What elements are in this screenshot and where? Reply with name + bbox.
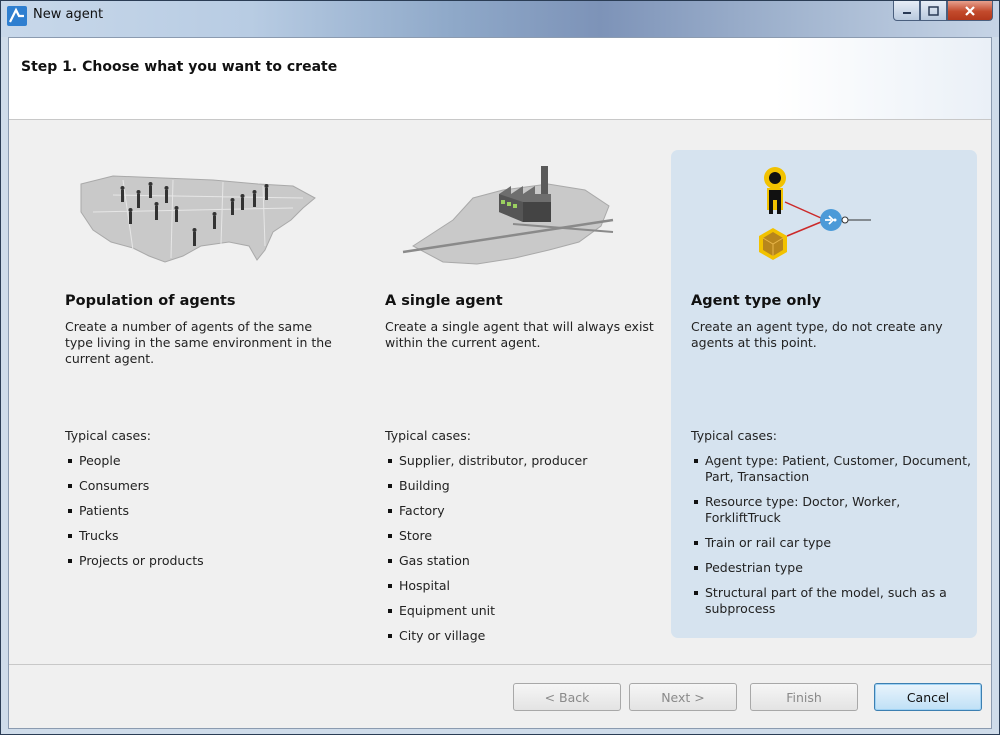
close-icon [965,5,975,16]
list-item: People [65,453,204,469]
list-item: Trucks [65,528,204,544]
list-item: Structural part of the model, such as a … [691,585,971,617]
footer-divider [9,664,991,665]
option-title: Agent type only [691,293,822,309]
list-item: Gas station [385,553,587,569]
maximize-button[interactable] [920,1,947,21]
cancel-button[interactable]: Cancel [874,683,982,711]
typical-cases-label: Typical cases: [691,428,777,443]
list-item: Train or rail car type [691,535,971,551]
list-item: Resource type: Doctor, Worker, ForkliftT… [691,494,971,526]
list-item: Factory [385,503,587,519]
option-description: Create an agent type, do not create any … [691,319,943,350]
option-population-of-agents[interactable]: Population of agents Create a number of … [53,150,353,638]
list-item: Agent type: Patient, Customer, Document,… [691,453,971,485]
typical-cases-list: Agent type: Patient, Customer, Document,… [691,453,971,626]
option-title: A single agent [385,293,503,309]
anylogic-logo-icon [7,6,27,26]
option-description: Create a number of agents of the same ty… [65,319,332,366]
list-item: Pedestrian type [691,560,971,576]
list-item: Supplier, distributor, producer [385,453,587,469]
minimize-icon [902,11,911,14]
typical-cases-list: Supplier, distributor, producer Building… [385,453,587,653]
close-button[interactable] [947,1,993,21]
factory-on-map-icon [373,150,673,285]
list-item: Hospital [385,578,587,594]
title-bar[interactable]: New agent [1,1,999,37]
list-item: Building [385,478,587,494]
option-description: Create a single agent that will always e… [385,319,654,350]
next-button[interactable]: Next > [629,683,737,711]
list-item: Consumers [65,478,204,494]
list-item: City or village [385,628,587,644]
list-item: Projects or products [65,553,204,569]
us-map-population-icon [53,150,353,285]
list-item: Equipment unit [385,603,587,619]
dialog-client-area: Step 1. Choose what you want to create P… [8,37,992,729]
option-agent-type-only[interactable]: Agent type only Create an agent type, do… [671,150,977,638]
step-title: Step 1. Choose what you want to create [21,59,338,75]
back-button[interactable]: < Back [513,683,621,711]
typical-cases-label: Typical cases: [385,428,471,443]
wizard-header: Step 1. Choose what you want to create [9,38,991,120]
window-title: New agent [33,7,104,22]
option-single-agent[interactable]: A single agent Create a single agent tha… [373,150,673,643]
option-title: Population of agents [65,293,236,309]
typical-cases-label: Typical cases: [65,428,151,443]
finish-button[interactable]: Finish [750,683,858,711]
typical-cases-list: People Consumers Patients Trucks Project… [65,453,204,578]
list-item: Store [385,528,587,544]
agent-type-diagram-icon [671,150,977,285]
maximize-icon [928,5,939,16]
list-item: Patients [65,503,204,519]
minimize-button[interactable] [893,1,920,21]
new-agent-dialog: New agent Step 1. Choose what you want t… [0,0,1000,735]
